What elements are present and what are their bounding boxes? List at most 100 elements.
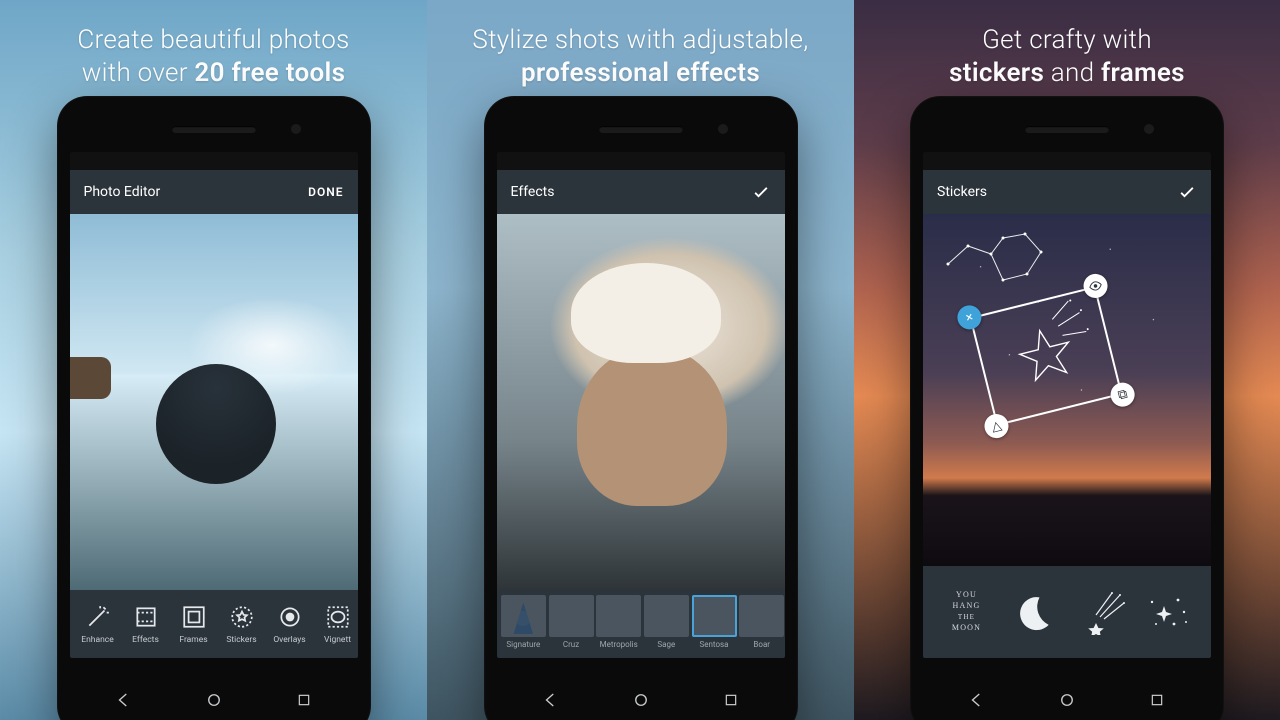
overlay-icon — [277, 604, 303, 630]
phone-mockup: Photo Editor DONE Enhance Effects — [57, 96, 371, 720]
tool-overlays[interactable]: Overlays — [266, 590, 314, 658]
app-bar-title: Stickers — [937, 184, 987, 200]
android-nav-bar — [57, 690, 371, 710]
headline-line: Get crafty with — [982, 25, 1152, 55]
sticker-option-shooting-star[interactable] — [1067, 566, 1134, 658]
app-bar-title: Effects — [511, 184, 555, 200]
home-key[interactable] — [631, 690, 651, 710]
wand-icon — [85, 604, 111, 630]
recent-key[interactable] — [1147, 690, 1167, 710]
effect-label: Signature — [506, 640, 540, 649]
headline-line: Create beautiful photos — [77, 25, 349, 55]
home-key[interactable] — [204, 690, 224, 710]
app-bar: Stickers — [923, 170, 1211, 214]
effect-strip[interactable]: Signature Cruz Metropolis Sage Sentosa B… — [497, 590, 785, 658]
sample-photo — [70, 214, 358, 590]
photo-canvas[interactable] — [70, 214, 358, 590]
status-bar — [70, 152, 358, 170]
app-bar: Photo Editor DONE — [70, 170, 358, 214]
tool-label: Frames — [179, 635, 207, 645]
tool-label: Enhance — [81, 635, 113, 645]
effect-cruz[interactable]: Cruz — [548, 595, 594, 649]
back-key[interactable] — [541, 690, 561, 710]
front-camera — [291, 124, 301, 134]
sparkle-icon — [1144, 590, 1192, 634]
sticker-option-text[interactable]: YOUHANGTHEMOON — [933, 566, 1000, 658]
tool-vignette[interactable]: Vignett — [314, 590, 358, 658]
effect-sage[interactable]: Sage — [644, 595, 690, 649]
headline-bold: frames — [1101, 58, 1185, 88]
status-bar — [497, 152, 785, 170]
tool-enhance[interactable]: Enhance — [74, 590, 122, 658]
panel-effects: Stylize shots with adjustable, professio… — [427, 0, 854, 720]
effect-label: Sage — [657, 640, 675, 649]
android-nav-bar — [910, 690, 1224, 710]
headline-line: with over — [82, 58, 195, 88]
filmstrip-icon — [133, 604, 159, 630]
home-key[interactable] — [1057, 690, 1077, 710]
sticker-option-moon[interactable] — [1000, 566, 1067, 658]
headline: Get crafty with stickers and frames — [854, 0, 1280, 89]
app-bar-title: Photo Editor — [84, 184, 161, 200]
speaker-grille — [599, 126, 683, 133]
effect-label: Cruz — [563, 640, 579, 649]
star-circle-icon — [229, 604, 255, 630]
constellation-decor — [943, 224, 1053, 294]
effect-thumb — [549, 595, 594, 637]
effect-thumb — [596, 595, 641, 637]
effect-thumb — [501, 595, 546, 637]
tool-row[interactable]: Enhance Effects Frames Stickers — [70, 590, 358, 658]
sticker-option-sparkle[interactable] — [1134, 566, 1201, 658]
headline: Stylize shots with adjustable, professio… — [427, 0, 854, 89]
phone-screen: Stickers × — [923, 152, 1211, 658]
recent-key[interactable] — [294, 690, 314, 710]
android-nav-bar — [484, 690, 798, 710]
tool-label: Effects — [132, 635, 159, 645]
photo-canvas[interactable] — [497, 214, 785, 590]
headline-bold: stickers — [949, 58, 1044, 88]
effect-label: Boar — [753, 640, 770, 649]
sample-photo — [497, 214, 785, 590]
headline-line: and — [1044, 58, 1101, 88]
done-button[interactable]: DONE — [308, 185, 343, 199]
effect-signature[interactable]: Signature — [501, 595, 547, 649]
showcase-stage: Create beautiful photos with over 20 fre… — [0, 0, 1280, 720]
panel-tools: Create beautiful photos with over 20 fre… — [0, 0, 427, 720]
panel-stickers: Get crafty with stickers and frames Stic… — [854, 0, 1280, 720]
recent-key[interactable] — [721, 690, 741, 710]
confirm-button[interactable] — [1177, 182, 1197, 202]
back-key[interactable] — [967, 690, 987, 710]
photo-canvas[interactable]: × △ ⧉ — [923, 214, 1211, 566]
app-bar: Effects — [497, 170, 785, 214]
effect-thumb — [644, 595, 689, 637]
effect-boar[interactable]: Boar — [739, 595, 785, 649]
sticker-tray[interactable]: YOUHANGTHEMOON — [923, 566, 1211, 658]
effect-thumb — [692, 595, 737, 637]
vignette-icon — [325, 604, 351, 630]
shooting-star-icon — [1076, 589, 1126, 635]
headline-line: Stylize shots with adjustable, — [472, 25, 808, 55]
tool-label: Vignett — [324, 635, 351, 645]
text-sticker-label: YOUHANGTHEMOON — [952, 590, 981, 633]
headline-bold: professional effects — [521, 58, 760, 88]
phone-mockup: Effects Signature Cruz Metropolis Sage S… — [484, 96, 798, 720]
front-camera — [718, 124, 728, 134]
effect-metropolis[interactable]: Metropolis — [596, 595, 642, 649]
tool-label: Overlays — [273, 635, 305, 645]
effect-thumb — [739, 595, 784, 637]
headline-bold: 20 free tools — [194, 58, 345, 88]
tool-stickers[interactable]: Stickers — [218, 590, 266, 658]
status-bar — [923, 152, 1211, 170]
tool-frames[interactable]: Frames — [170, 590, 218, 658]
effect-label: Metropolis — [600, 640, 638, 649]
front-camera — [1144, 124, 1154, 134]
phone-screen: Effects Signature Cruz Metropolis Sage S… — [497, 152, 785, 658]
effect-sentosa[interactable]: Sentosa — [691, 595, 737, 649]
headline: Create beautiful photos with over 20 fre… — [0, 0, 427, 89]
confirm-button[interactable] — [751, 182, 771, 202]
eye-icon — [1087, 277, 1104, 294]
phone-screen: Photo Editor DONE Enhance Effects — [70, 152, 358, 658]
back-key[interactable] — [114, 690, 134, 710]
phone-mockup: Stickers × — [910, 96, 1224, 720]
tool-effects[interactable]: Effects — [122, 590, 170, 658]
